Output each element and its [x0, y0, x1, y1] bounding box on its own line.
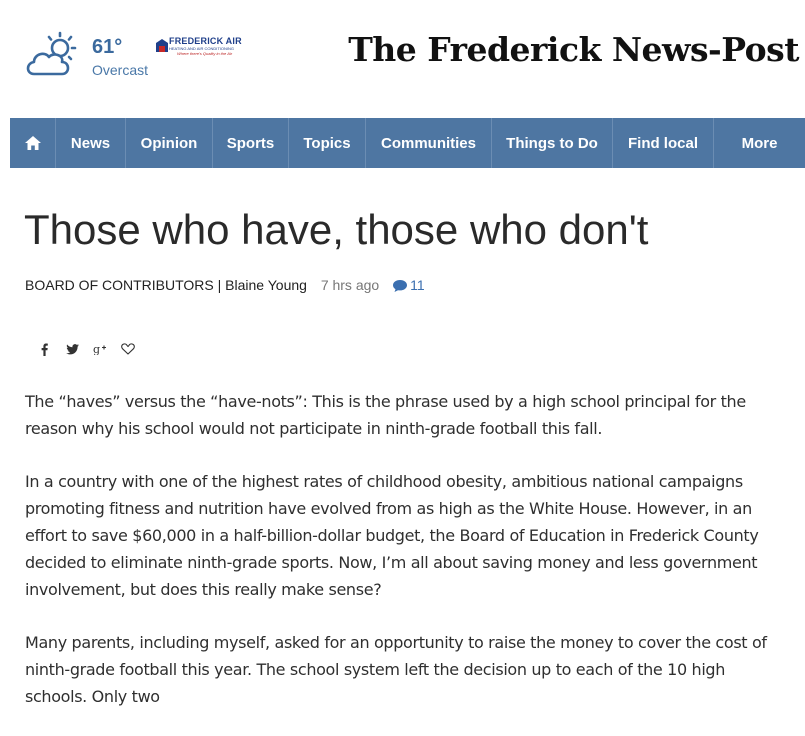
article-body: The “haves” versus the “have-nots”: This… [25, 388, 785, 736]
temperature: 61° [92, 36, 123, 58]
google-plus-icon: g [93, 343, 106, 355]
publish-time: 7 hrs ago [320, 277, 380, 293]
nav-home-button[interactable] [10, 118, 56, 168]
sponsor-emblem-icon [156, 39, 168, 52]
article-byline: BOARD OF CONTRIBUTORS | Blaine Young 7 h… [25, 277, 425, 293]
share-twitter-button[interactable] [58, 340, 86, 358]
twitter-icon [65, 343, 79, 354]
article-paragraph: The “haves” versus the “have-nots”: This… [25, 392, 746, 438]
site-logo[interactable]: The Frederick News-Post [348, 30, 799, 69]
comments-link[interactable]: 11 [393, 277, 425, 293]
svg-text:g: g [93, 343, 100, 355]
share-google-plus-button[interactable]: g [86, 340, 114, 358]
nav-item-opinion[interactable]: Opinion [126, 118, 213, 168]
nav-item-find-local[interactable]: Find local [613, 118, 714, 168]
facebook-icon [41, 343, 48, 356]
cloud-sun-icon [26, 31, 77, 76]
sponsor-tagline: Where there's Quality in the Air [177, 51, 233, 56]
comment-icon [393, 280, 408, 292]
nav-item-sports[interactable]: Sports [213, 118, 289, 168]
nav-item-topics[interactable]: Topics [289, 118, 366, 168]
favorite-button[interactable] [114, 340, 142, 358]
home-icon [24, 136, 41, 150]
nav-item-news[interactable]: News [56, 118, 126, 168]
nav-item-communities[interactable]: Communities [366, 118, 492, 168]
article-paragraph: In a country with one of the highest rat… [25, 472, 759, 599]
share-facebook-button[interactable] [30, 340, 58, 358]
sponsor-name: FREDERICK AIR [169, 36, 242, 46]
nav-item-more[interactable]: More [714, 118, 805, 168]
sponsor-logo[interactable]: FREDERICK AIR HEATING AND AIR CONDITIONI… [155, 36, 245, 58]
weather-condition: Overcast [92, 62, 149, 78]
main-navigation: News Opinion Sports Topics Communities T… [10, 118, 805, 168]
weather-widget[interactable]: 61° Overcast [24, 30, 164, 80]
article-paragraph: Many parents, including myself, asked fo… [25, 633, 767, 706]
nav-item-things-to-do[interactable]: Things to Do [492, 118, 613, 168]
article-title: Those who have, those who don't [24, 206, 649, 253]
comment-count: 11 [410, 277, 425, 293]
byline-section-author[interactable]: BOARD OF CONTRIBUTORS | Blaine Young [25, 277, 307, 293]
heart-icon [121, 343, 135, 355]
site-header: 61° Overcast FREDERICK AIR HEATING AND A… [0, 0, 805, 118]
share-bar: g [30, 340, 142, 358]
